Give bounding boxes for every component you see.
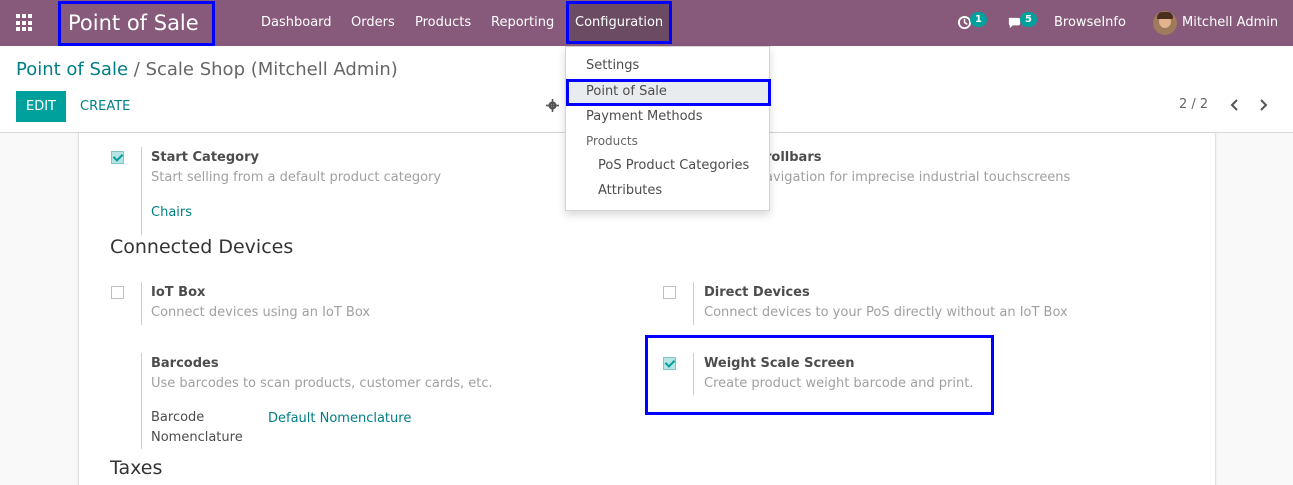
dropdown-item-point-of-sale[interactable]: Point of Sale — [586, 84, 667, 99]
barcode-nomenclature-value[interactable]: Default Nomenclature — [268, 411, 411, 426]
divider — [141, 147, 142, 235]
start-category-title: Start Category — [151, 150, 259, 165]
dropdown-item-pos-product-categories[interactable]: PoS Product Categories — [598, 158, 749, 173]
iot-box-checkbox[interactable] — [111, 286, 124, 299]
gear-icon[interactable] — [546, 99, 559, 112]
create-button[interactable]: CREATE — [80, 91, 130, 122]
edit-button[interactable]: EDIT — [16, 91, 66, 122]
divider — [141, 282, 142, 325]
breadcrumb: Point of Sale / Scale Shop (Mitchell Adm… — [16, 59, 398, 80]
taxes-heading: Taxes — [110, 457, 163, 479]
divider — [693, 353, 694, 395]
breadcrumb-root[interactable]: Point of Sale — [16, 59, 128, 80]
app-title[interactable]: Point of Sale — [58, 1, 215, 46]
start-category-desc: Start selling from a default product cat… — [151, 170, 442, 185]
messages-badge: 5 — [1020, 12, 1037, 27]
menu-products[interactable]: Products — [415, 0, 471, 46]
chevron-left-icon[interactable] — [1229, 98, 1241, 112]
direct-devices-desc: Connect devices to your PoS directly wit… — [704, 305, 1068, 320]
start-category-value[interactable]: Chairs — [151, 205, 192, 220]
start-category-checkbox[interactable] — [111, 151, 124, 164]
large-scrollbars-title: rollbars — [765, 150, 822, 165]
breadcrumb-separator: / — [133, 59, 140, 80]
direct-devices-checkbox[interactable] — [663, 286, 676, 299]
dropdown-item-payment-methods[interactable]: Payment Methods — [586, 109, 703, 124]
barcode-nomenclature-label-1: Barcode — [151, 410, 205, 425]
dropdown-item-attributes[interactable]: Attributes — [598, 183, 662, 198]
large-scrollbars-desc: avigation for imprecise industrial touch… — [765, 170, 1071, 185]
company-switcher[interactable]: BrowseInfo — [1054, 0, 1126, 46]
weight-scale-desc: Create product weight barcode and print. — [704, 376, 974, 391]
apps-menu-icon[interactable] — [16, 14, 34, 32]
dropdown-group-products: Products — [586, 134, 638, 148]
barcode-nomenclature-label-2: Nomenclature — [151, 430, 243, 445]
breadcrumb-current: Scale Shop (Mitchell Admin) — [145, 59, 398, 80]
menu-orders[interactable]: Orders — [351, 0, 395, 46]
direct-devices-title: Direct Devices — [704, 285, 810, 300]
divider — [693, 282, 694, 325]
chevron-right-icon[interactable] — [1257, 98, 1269, 112]
activity-badge: 1 — [970, 12, 987, 27]
user-avatar[interactable] — [1153, 11, 1177, 35]
configuration-dropdown: Settings Point of Sale Payment Methods P… — [565, 46, 771, 211]
menu-reporting[interactable]: Reporting — [491, 0, 554, 46]
divider — [141, 353, 142, 449]
pager-value[interactable]: 2 / 2 — [1179, 97, 1208, 112]
dropdown-item-settings[interactable]: Settings — [586, 58, 639, 73]
connected-devices-heading: Connected Devices — [110, 236, 294, 258]
weight-scale-title: Weight Scale Screen — [704, 356, 855, 371]
iot-box-desc: Connect devices using an IoT Box — [151, 305, 371, 320]
weight-scale-checkbox[interactable] — [663, 357, 676, 370]
iot-box-title: IoT Box — [151, 285, 206, 300]
top-navbar: Point of Sale Dashboard Orders Products … — [0, 0, 1293, 46]
user-menu[interactable]: Mitchell Admin — [1182, 0, 1278, 46]
menu-dashboard[interactable]: Dashboard — [261, 0, 332, 46]
barcodes-desc: Use barcodes to scan products, customer … — [151, 376, 493, 391]
barcodes-title: Barcodes — [151, 356, 219, 371]
menu-configuration[interactable]: Configuration — [566, 1, 672, 44]
weight-scale-highlight — [645, 335, 994, 415]
